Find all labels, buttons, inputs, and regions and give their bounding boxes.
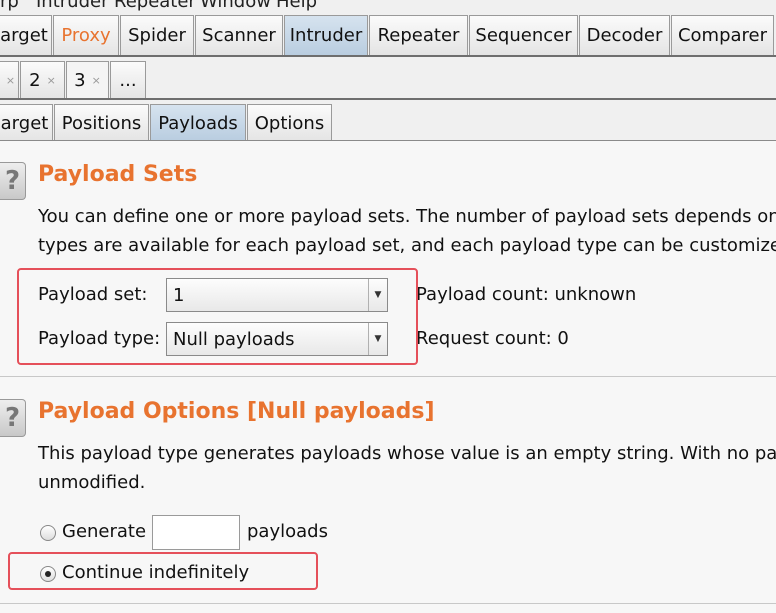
subtab-positions[interactable]: Positions xyxy=(54,104,149,141)
tab-spider[interactable]: Spider xyxy=(120,15,194,55)
tab-repeater[interactable]: Repeater xyxy=(369,15,468,55)
generate-count-input[interactable] xyxy=(152,515,240,550)
tab-scanner[interactable]: Scanner xyxy=(195,15,283,55)
subtab-target[interactable]: arget xyxy=(0,104,53,141)
help-icon[interactable]: ? xyxy=(0,162,26,200)
tab-intruder[interactable]: Intruder xyxy=(284,15,368,55)
menu-bar: rp Intruder Repeater Window Help xyxy=(0,0,776,12)
payload-options-title: Payload Options [Null payloads] xyxy=(38,399,435,424)
payload-options-desc-1: This payload type generates payloads who… xyxy=(38,443,776,464)
attack-tab-new[interactable]: ... xyxy=(110,61,146,99)
attack-tab-border xyxy=(0,98,776,100)
subtab-payloads[interactable]: Payloads xyxy=(150,104,246,141)
tab-comparer[interactable]: Comparer xyxy=(671,15,774,55)
request-count: Request count: 0 xyxy=(416,328,569,349)
payload-sets-title: Payload Sets xyxy=(38,162,198,187)
close-icon[interactable]: × xyxy=(6,74,15,87)
attack-tab-2[interactable]: 2 × xyxy=(20,61,65,99)
attack-tab-3[interactable]: 3 × xyxy=(66,61,109,99)
close-icon[interactable]: × xyxy=(92,74,101,87)
generate-label: Generate xyxy=(62,521,147,542)
menu-burp[interactable]: rp xyxy=(0,0,19,12)
help-icon[interactable]: ? xyxy=(0,399,26,437)
attack-tab-1[interactable]: × xyxy=(0,61,19,99)
section-divider xyxy=(0,603,776,604)
subtab-options[interactable]: Options xyxy=(247,104,332,141)
section-divider xyxy=(0,376,776,377)
tab-proxy[interactable]: Proxy xyxy=(53,15,119,55)
payload-count: Payload count: unknown xyxy=(416,284,637,305)
close-icon[interactable]: × xyxy=(47,74,56,87)
menu-repeater[interactable]: Repeater xyxy=(114,0,196,12)
highlight-box xyxy=(8,552,318,590)
payload-sets-desc-2: types are available for each payload set… xyxy=(38,235,776,256)
payload-options-desc-2: unmodified. xyxy=(38,472,146,493)
generate-radio[interactable] xyxy=(40,525,56,541)
tab-sequencer[interactable]: Sequencer xyxy=(469,15,578,55)
tab-decoder[interactable]: Decoder xyxy=(579,15,670,55)
menu-intruder[interactable]: Intruder xyxy=(36,0,108,12)
tab-row-border xyxy=(0,55,776,57)
menu-help[interactable]: Help xyxy=(276,0,317,12)
menu-window[interactable]: Window xyxy=(200,0,271,12)
highlight-box xyxy=(17,268,418,365)
payload-sets-desc-1: You can define one or more payload sets.… xyxy=(38,206,776,227)
payloads-label: payloads xyxy=(247,521,328,542)
tab-target[interactable]: arget xyxy=(0,15,52,55)
